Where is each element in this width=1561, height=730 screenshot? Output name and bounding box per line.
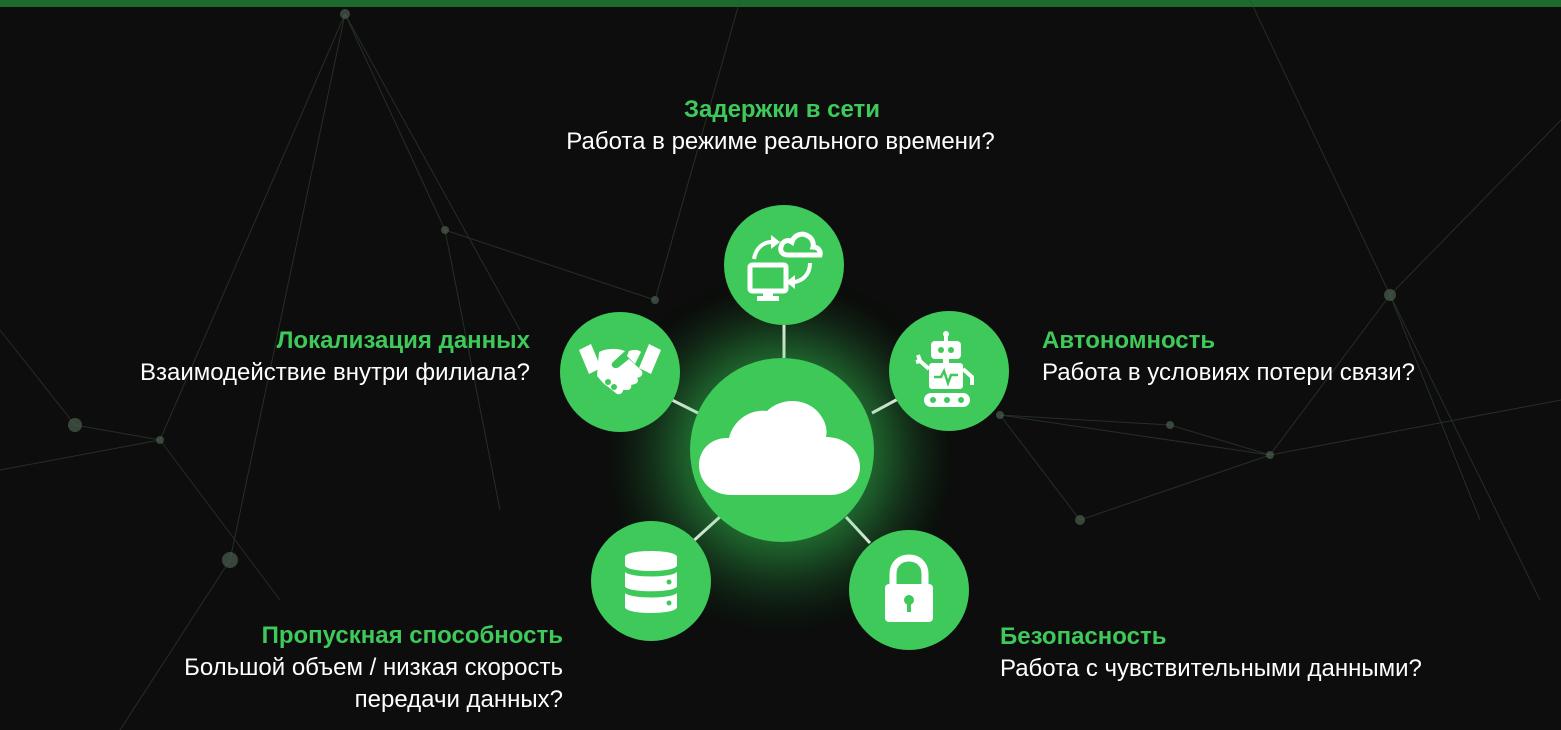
bandwidth-node (591, 521, 711, 641)
security-text: Работа с чувствительными данными? (1000, 655, 1422, 682)
security-label: Безопасность Работа с чувствительными да… (1000, 621, 1561, 685)
autonomy-node (889, 311, 1009, 431)
connector-security (844, 515, 872, 545)
database-icon (625, 551, 677, 613)
latency-node (724, 205, 844, 325)
autonomy-title: Автономность (1042, 327, 1216, 354)
latency-title: Задержки в сети (683, 96, 881, 123)
cloud-icon (699, 400, 860, 495)
slide: Задержки в сети Работа в режиме реальног… (0, 0, 1561, 730)
locality-title: Локализация данных (276, 327, 530, 354)
cloud-sync-monitor-icon (747, 231, 823, 301)
bandwidth-label: Пропускная способность Большой объем / н… (0, 620, 563, 716)
autonomy-label: Автономность Работа в условиях потери св… (1042, 325, 1561, 389)
connector-locality (671, 398, 701, 416)
robot-icon (915, 331, 974, 407)
locality-text: Взаимодействие внутри филиала? (139, 359, 530, 386)
autonomy-text: Работа в условиях потери связи? (1042, 359, 1415, 386)
lock-icon (885, 554, 933, 622)
center-cloud-node (690, 358, 874, 542)
security-node (849, 530, 969, 650)
locality-label: Локализация данных Взаимодействие внутри… (0, 325, 530, 389)
bandwidth-text-line2: передачи данных? (354, 686, 563, 713)
handshake-icon (579, 344, 661, 395)
bandwidth-text: Большой объем / низкая скорость (184, 654, 563, 681)
locality-node (560, 312, 680, 432)
connector-autonomy (871, 397, 899, 415)
latency-text: Работа в режиме реального времени? (566, 128, 995, 155)
security-title: Безопасность (1000, 623, 1167, 650)
bandwidth-title: Пропускная способность (261, 622, 563, 649)
latency-label: Задержки в сети Работа в режиме реальног… (0, 94, 1561, 158)
